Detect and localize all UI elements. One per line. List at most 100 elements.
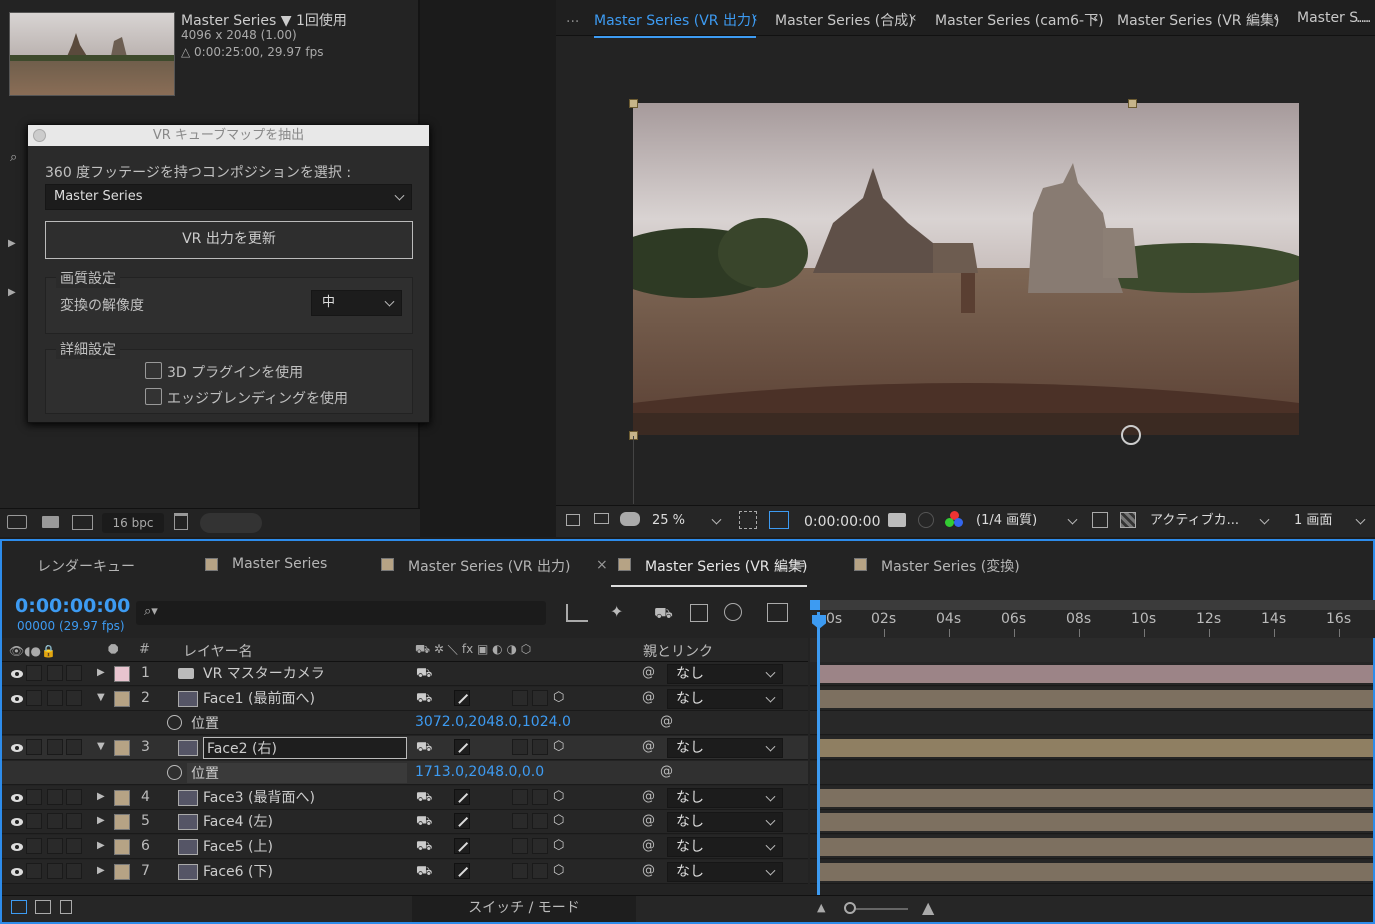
motion-blur-switch[interactable] <box>532 689 548 706</box>
eye-icon[interactable] <box>11 694 23 703</box>
3d-layer-icon[interactable]: ⬡ <box>553 813 564 828</box>
pickwhip-icon[interactable]: @ <box>642 789 655 804</box>
viewer-tab-vr-edit[interactable]: Master Series (VR 編集) <box>1117 10 1279 30</box>
resolution-select[interactable]: (1/4 画質) <box>972 510 1084 532</box>
layer-row[interactable]: ▶ 1 VR マスターカメラ ⛟ @ なし <box>2 662 808 686</box>
bit-depth-button[interactable]: 16 bpc <box>102 513 164 533</box>
layer-duration-bar[interactable] <box>810 686 1373 711</box>
layer-bar[interactable] <box>819 739 1373 758</box>
audio-switch[interactable] <box>26 665 42 681</box>
viewer-tab-more[interactable]: ... <box>1356 10 1369 26</box>
adjustment-switch[interactable] <box>512 689 528 706</box>
chevron-left-icon[interactable]: ‹ <box>752 10 758 26</box>
expression-pickwhip-icon[interactable]: @ <box>660 764 673 779</box>
solo-switch[interactable] <box>47 689 63 706</box>
new-folder-icon[interactable] <box>42 516 59 528</box>
viewer-timecode[interactable]: 0:00:00:00 <box>804 514 881 530</box>
lock-switch[interactable] <box>66 739 82 756</box>
shy-switch-icon[interactable]: ⛟ <box>416 790 432 807</box>
solo-switch[interactable] <box>47 788 63 805</box>
chevron-left-icon[interactable]: ‹ <box>1273 10 1279 26</box>
checkbox-3d-plugin[interactable] <box>145 362 162 379</box>
search-icon[interactable]: ⌕ <box>10 150 28 168</box>
solo-switch[interactable] <box>47 813 63 830</box>
layer-label-color[interactable] <box>114 666 130 682</box>
twirl-icon[interactable]: ▶ <box>97 840 105 851</box>
layer-row[interactable]: ▶ 6 Face5 (上) ⛟ ⬡ @ なし <box>2 834 808 859</box>
color-channels-icon[interactable] <box>945 511 963 529</box>
quality-switch[interactable] <box>454 689 470 706</box>
position-value[interactable]: 3072.0,2048.0,1024.0 <box>415 714 571 730</box>
column-parent-link[interactable]: 親とリンク <box>643 641 713 661</box>
layer-name[interactable]: Face3 (最背面へ) <box>203 787 315 807</box>
pickwhip-icon[interactable]: @ <box>642 739 655 754</box>
viewer-tab-cam6[interactable]: Master Series (cam6-下) <box>935 10 1104 30</box>
layer-duration-bar[interactable] <box>810 810 1373 835</box>
layer-name[interactable]: Face2 (右) <box>203 737 407 760</box>
3d-layer-icon[interactable]: ⬡ <box>553 838 564 853</box>
current-time-indicator[interactable] <box>817 612 820 902</box>
stopwatch-icon[interactable] <box>167 764 182 780</box>
parent-select[interactable]: なし <box>667 787 783 808</box>
tab-master-series[interactable]: Master Series <box>232 556 327 572</box>
zoom-select[interactable]: 25 % <box>648 510 728 532</box>
layer-bar[interactable] <box>819 813 1373 832</box>
zoom-out-icon[interactable]: ▲ <box>817 901 825 914</box>
eye-icon[interactable] <box>11 744 23 753</box>
adjustment-switch[interactable] <box>512 788 528 805</box>
solo-switch[interactable] <box>47 837 63 854</box>
layer-bar[interactable] <box>819 689 1373 708</box>
quality-switch[interactable] <box>454 788 470 805</box>
lock-switch[interactable] <box>66 837 82 854</box>
twirl-icon[interactable]: ▶ <box>97 815 105 826</box>
adjustment-switch[interactable] <box>512 862 528 879</box>
update-vr-output-button[interactable]: VR 出力を更新 <box>45 221 413 259</box>
layer-label-color[interactable] <box>114 690 130 707</box>
parent-select[interactable]: なし <box>667 861 783 882</box>
twirl-icon[interactable]: ▼ <box>97 741 105 752</box>
vr-goggles-icon[interactable] <box>620 512 640 526</box>
audio-switch[interactable] <box>26 788 42 805</box>
3d-layer-icon[interactable]: ⬡ <box>553 789 564 804</box>
eye-icon[interactable] <box>11 793 23 802</box>
shy-switch-icon[interactable]: ⛟ <box>416 839 432 856</box>
region-of-interest-icon[interactable] <box>739 511 757 529</box>
shy-switch-icon[interactable]: ⛟ <box>416 691 432 708</box>
motion-blur-switch[interactable] <box>532 788 548 805</box>
chevron-left-icon[interactable]: ‹ <box>1093 10 1099 26</box>
motion-blur-switch[interactable] <box>532 739 548 756</box>
comp-flowchart-icon[interactable] <box>566 604 588 622</box>
shy-layers-icon[interactable]: ⛟ <box>654 604 676 622</box>
parent-select[interactable]: なし <box>667 812 783 833</box>
twirl-icon[interactable]: ▶ <box>97 791 105 802</box>
checkbox-edge-blending[interactable] <box>145 388 162 405</box>
solo-switch[interactable] <box>47 739 63 756</box>
keyframe-track[interactable]: I <box>810 760 1373 785</box>
layer-row[interactable]: ▼ 3 Face2 (右) ⛟ ⬡ @ なし <box>2 736 808 761</box>
quality-switch[interactable] <box>454 739 470 756</box>
column-layer-name[interactable]: レイヤー名 <box>183 641 253 661</box>
pickwhip-icon[interactable]: @ <box>642 863 655 878</box>
always-preview-icon[interactable] <box>566 514 580 526</box>
comp-select[interactable]: Master Series <box>45 184 412 210</box>
motion-blur-icon[interactable] <box>724 603 742 621</box>
eye-icon[interactable] <box>11 867 23 876</box>
transparency-grid-icon[interactable] <box>769 511 789 529</box>
adjustment-switch[interactable] <box>512 739 528 756</box>
adjustment-switch[interactable] <box>512 813 528 830</box>
eye-icon[interactable] <box>11 818 23 827</box>
parent-select[interactable]: なし <box>667 688 783 709</box>
lock-switch[interactable] <box>66 689 82 706</box>
motion-blur-switch[interactable] <box>532 837 548 854</box>
work-area-start[interactable] <box>810 600 820 610</box>
thumbnail-zoom-slider[interactable] <box>200 513 262 533</box>
trash-icon[interactable] <box>174 513 188 530</box>
audio-switch[interactable] <box>26 862 42 879</box>
twirl-icon[interactable]: ▼ <box>97 692 105 703</box>
twirl-icon[interactable]: ▶ <box>8 238 16 249</box>
pickwhip-icon[interactable]: @ <box>642 690 655 705</box>
frame-blending-icon[interactable] <box>690 604 708 622</box>
audio-switch[interactable] <box>26 739 42 756</box>
audio-switch[interactable] <box>26 689 42 706</box>
panel-menu-icon[interactable]: ≡ <box>794 556 806 572</box>
